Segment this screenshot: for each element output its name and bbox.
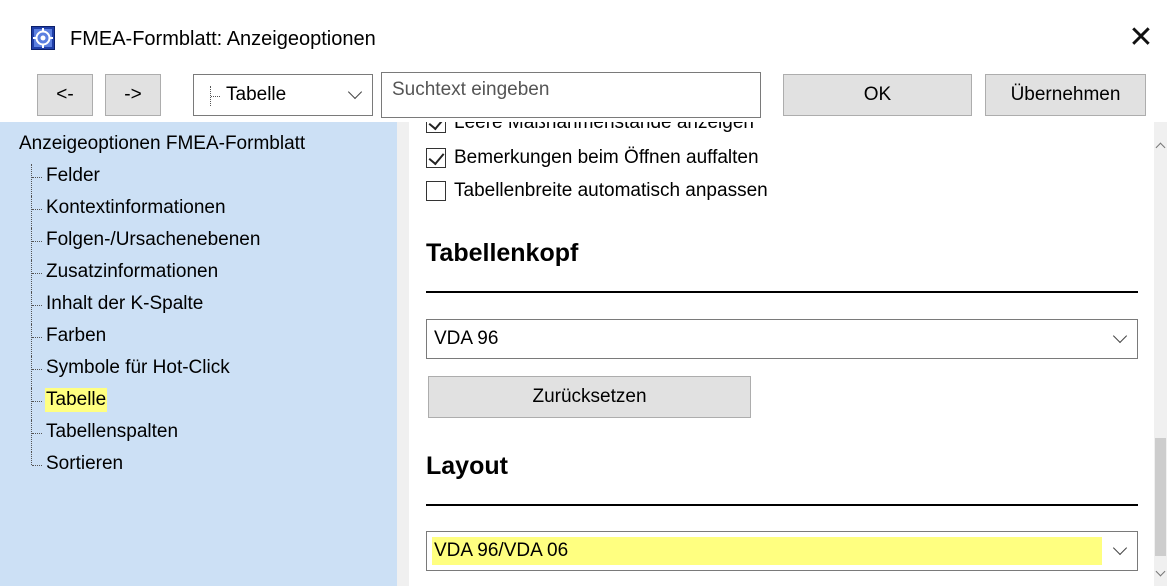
ok-button[interactable]: OK bbox=[783, 74, 972, 116]
auto-table-width-checkbox[interactable] bbox=[426, 181, 446, 201]
checkbox-label: Tabellenbreite automatisch anpassen bbox=[454, 180, 768, 201]
auto-table-width-checkbox-row[interactable]: Tabellenbreite automatisch anpassen bbox=[426, 177, 768, 205]
tree-item-label: Sortieren bbox=[46, 453, 124, 474]
section-heading-layout: Layout bbox=[426, 452, 508, 480]
tree-item-symbole-hot-click[interactable]: Symbole für Hot-Click bbox=[29, 356, 261, 388]
scrollbar-thumb[interactable] bbox=[1155, 438, 1166, 556]
tree-item-label: Kontextinformationen bbox=[46, 197, 226, 218]
options-content: Leere Maßnahmenstände anzeigen Bemerkung… bbox=[409, 122, 1154, 586]
content-scrollbar[interactable] bbox=[1154, 122, 1167, 586]
search-input[interactable]: Suchtext eingeben bbox=[381, 72, 761, 118]
toolbar: <- -> Tabelle Suchtext eingeben OK Übern… bbox=[0, 72, 1167, 122]
tree-item-label: Felder bbox=[46, 165, 100, 186]
tree-root-item[interactable]: Anzeigeoptionen FMEA-Formblatt bbox=[19, 132, 305, 156]
tree-item-zusatzinformationen[interactable]: Zusatzinformationen bbox=[29, 260, 261, 292]
back-button[interactable]: <- bbox=[37, 74, 93, 116]
show-empty-actions-checkbox[interactable] bbox=[426, 122, 446, 133]
tree-children: Felder Kontextinformationen Folgen-/Ursa… bbox=[29, 164, 261, 484]
title-bar: FMEA-Formblatt: Anzeigeoptionen ✕ bbox=[0, 0, 1167, 72]
tree-item-label: Symbole für Hot-Click bbox=[46, 357, 230, 378]
section-divider bbox=[426, 291, 1138, 293]
close-button[interactable]: ✕ bbox=[1115, 14, 1167, 60]
reset-button[interactable]: Zurücksetzen bbox=[428, 376, 751, 418]
show-empty-actions-checkbox-row[interactable]: Leere Maßnahmenstände anzeigen bbox=[426, 122, 754, 137]
scroll-down-icon[interactable] bbox=[1155, 566, 1166, 577]
scroll-up-icon[interactable] bbox=[1155, 142, 1166, 153]
expand-remarks-checkbox-row[interactable]: Bemerkungen beim Öffnen auffalten bbox=[426, 144, 759, 172]
apply-button[interactable]: Übernehmen bbox=[985, 74, 1146, 116]
tree-item-farben[interactable]: Farben bbox=[29, 324, 261, 356]
chevron-down-icon bbox=[347, 84, 363, 100]
tree-item-label: Tabelle bbox=[45, 388, 108, 412]
tree-item-kontextinformationen[interactable]: Kontextinformationen bbox=[29, 196, 261, 228]
forward-button[interactable]: -> bbox=[105, 74, 161, 116]
page-select-dropdown[interactable]: Tabelle bbox=[193, 74, 373, 116]
section-heading-tabellenkopf: Tabellenkopf bbox=[426, 239, 579, 267]
tree-item-folgen-ursachenebenen[interactable]: Folgen-/Ursachenebenen bbox=[29, 228, 261, 260]
options-tree: Anzeigeoptionen FMEA-Formblatt Felder Ko… bbox=[0, 122, 397, 586]
tree-item-label: Zusatzinformationen bbox=[46, 261, 219, 282]
checkbox-label: Bemerkungen beim Öffnen auffalten bbox=[454, 147, 759, 168]
checkbox-label: Leere Maßnahmenstände anzeigen bbox=[454, 122, 754, 133]
tree-item-felder[interactable]: Felder bbox=[29, 164, 261, 196]
tree-branch-icon bbox=[208, 84, 222, 106]
section-divider bbox=[426, 504, 1138, 506]
tree-item-label: Farben bbox=[46, 325, 107, 346]
close-icon: ✕ bbox=[1128, 20, 1154, 54]
table-header-select-value: VDA 96 bbox=[434, 328, 499, 349]
expand-remarks-checkbox[interactable] bbox=[426, 148, 446, 168]
chevron-down-icon bbox=[1112, 328, 1128, 344]
tree-item-inhalt-k-spalte[interactable]: Inhalt der K-Spalte bbox=[29, 292, 261, 324]
layout-select-value: VDA 96/VDA 06 bbox=[432, 537, 1102, 565]
tree-item-tabelle[interactable]: Tabelle bbox=[29, 388, 261, 420]
layout-select[interactable]: VDA 96/VDA 06 bbox=[426, 531, 1138, 571]
tree-item-label: Tabellenspalten bbox=[46, 421, 179, 442]
fmea-app-icon bbox=[31, 26, 55, 50]
tree-item-label: Folgen-/Ursachenebenen bbox=[46, 229, 261, 250]
page-select-value: Tabelle bbox=[226, 84, 287, 105]
tree-item-sortieren[interactable]: Sortieren bbox=[29, 452, 261, 484]
chevron-down-icon bbox=[1112, 540, 1128, 556]
tree-item-label: Inhalt der K-Spalte bbox=[46, 293, 204, 314]
tree-item-tabellenspalten[interactable]: Tabellenspalten bbox=[29, 420, 261, 452]
pane-splitter[interactable] bbox=[397, 122, 409, 586]
window-title: FMEA-Formblatt: Anzeigeoptionen bbox=[70, 28, 376, 50]
table-header-select[interactable]: VDA 96 bbox=[426, 319, 1138, 359]
